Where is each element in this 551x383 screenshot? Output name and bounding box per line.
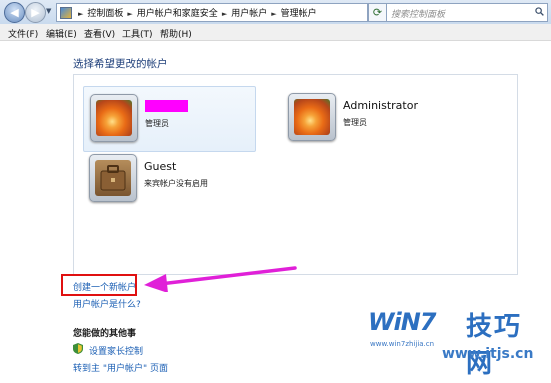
menu-view[interactable]: 查看(V) — [84, 27, 115, 40]
menu-tools[interactable]: 工具(T) — [122, 27, 153, 40]
account-role: 管理员 — [145, 119, 169, 128]
menu-edit[interactable]: 编辑(E) — [46, 27, 77, 40]
recent-pages-dropdown-icon[interactable]: ▼ — [46, 7, 51, 15]
menu-help[interactable]: 帮助(H) — [160, 27, 192, 40]
breadcrumb-user-accounts[interactable]: 用户帐户 — [231, 9, 267, 19]
search-input[interactable]: 搜索控制面板 — [386, 3, 548, 22]
flower-icon — [96, 100, 132, 136]
menu-file[interactable]: 文件(F) — [8, 27, 38, 40]
goto-user-accounts-link[interactable]: 转到主 "用户帐户" 页面 — [73, 361, 168, 374]
account-tile-guest[interactable]: Guest 来宾帐户没有启用 — [83, 147, 283, 211]
guest-briefcase-icon — [95, 160, 131, 196]
refresh-button[interactable]: ⟳ — [368, 3, 387, 22]
watermark-brand-cn: 技巧网 — [466, 312, 523, 379]
account-tile-user[interactable]: 管理员 — [83, 86, 256, 152]
menu-bar: 文件(F) 编辑(E) 查看(V) 工具(T) 帮助(H) — [0, 24, 551, 41]
address-bar: ◀ ▶ ▼ ►控制面板►用户帐户和家庭安全►用户帐户►管理帐户 ▼ ⟳ 搜索控制… — [0, 0, 551, 25]
chevron-right-icon[interactable]: ► — [271, 10, 276, 18]
avatar — [89, 154, 137, 202]
account-name: Guest — [144, 160, 177, 173]
shield-icon — [73, 343, 83, 354]
parental-controls-link[interactable]: 设置家长控制 — [89, 344, 143, 357]
breadcrumb-user-accounts-family[interactable]: 用户帐户和家庭安全 — [137, 9, 218, 19]
watermark-url-small: www.win7zhijia.cn — [370, 340, 435, 348]
account-role: 来宾帐户没有启用 — [144, 179, 208, 188]
avatar — [288, 93, 336, 141]
account-name: Administrator — [343, 99, 418, 112]
breadcrumb-control-panel[interactable]: 控制面板 — [87, 9, 123, 19]
account-role: 管理员 — [343, 118, 367, 127]
back-button[interactable]: ◀ — [4, 2, 25, 23]
control-panel-icon — [60, 7, 72, 19]
account-list-panel: 管理员 Administrator 管理员 Guest 来宾帐户没有启用 — [73, 74, 518, 275]
account-tile-administrator[interactable]: Administrator 管理员 — [282, 86, 482, 150]
watermark-url-large: www.itjs.cn — [442, 346, 534, 362]
chevron-right-icon[interactable]: ► — [78, 10, 83, 18]
watermark-brand: WiN7 — [368, 308, 436, 336]
chevron-right-icon[interactable]: ► — [222, 10, 227, 18]
what-is-user-account-link[interactable]: 用户帐户是什么? — [73, 297, 141, 310]
forward-button[interactable]: ▶ — [25, 2, 46, 23]
redacted-name — [145, 100, 188, 112]
search-icon[interactable] — [535, 7, 544, 16]
highlight-box — [61, 274, 137, 296]
avatar — [90, 94, 138, 142]
page-title: 选择希望更改的帐户 — [73, 58, 168, 70]
breadcrumb[interactable]: ►控制面板►用户帐户和家庭安全►用户帐户►管理帐户 ▼ — [56, 3, 416, 22]
other-tasks-heading: 您能做的其他事 — [73, 329, 137, 339]
watermark: WiN7 技巧网 www.win7zhijia.cn www.itjs.cn — [368, 308, 548, 379]
search-placeholder: 搜索控制面板 — [391, 10, 446, 20]
chevron-right-icon[interactable]: ► — [127, 10, 132, 18]
pointer-arrow-icon — [144, 266, 297, 292]
flower-icon — [294, 99, 330, 135]
breadcrumb-manage-accounts[interactable]: 管理帐户 — [281, 9, 317, 19]
